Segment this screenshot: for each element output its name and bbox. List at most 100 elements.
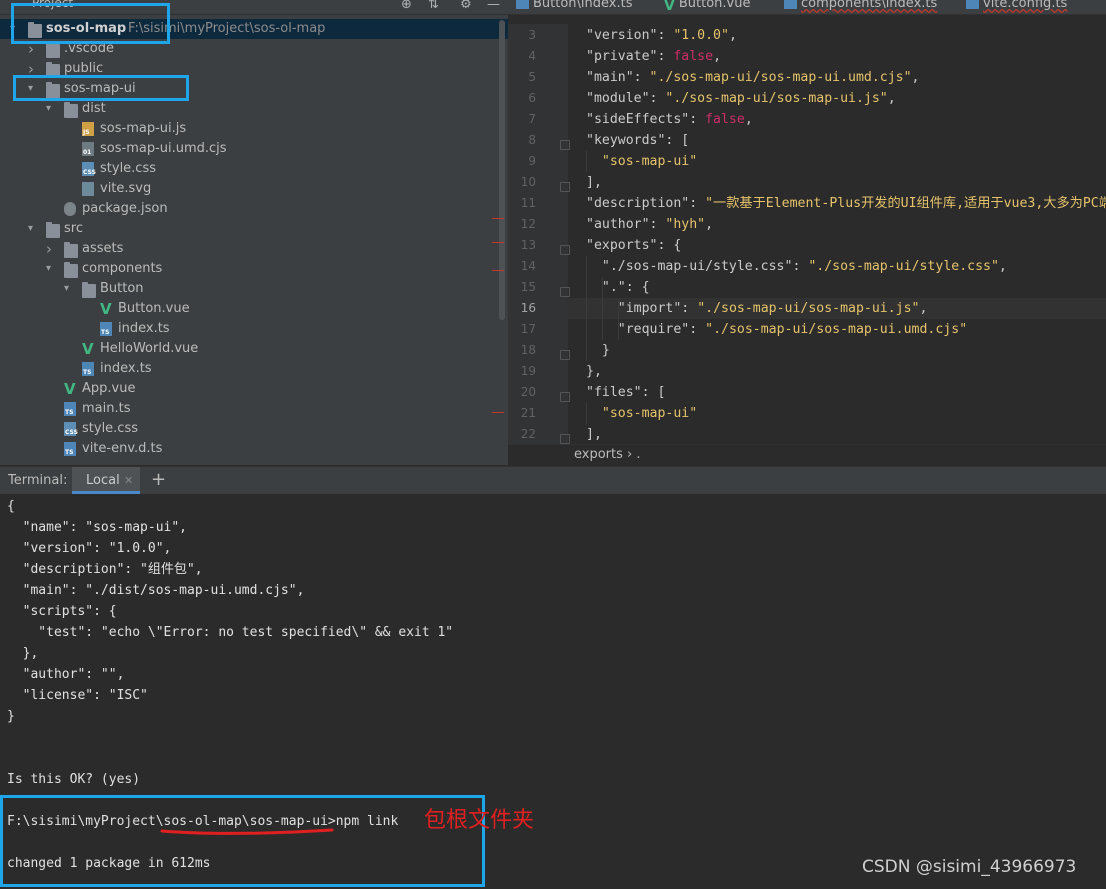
terminal-line: "version": "1.0.0", xyxy=(7,541,172,556)
chevron-down-icon[interactable]: ▾ xyxy=(64,279,74,299)
css-file-icon: CSS xyxy=(64,422,78,436)
new-terminal-plus-icon[interactable]: + xyxy=(151,469,166,490)
chevron-down-icon[interactable]: ▾ xyxy=(46,99,56,119)
gear-icon[interactable]: ⚙ xyxy=(460,0,472,12)
code-line-4[interactable]: "private": false, xyxy=(586,46,721,67)
tree-item-vite-env-d-ts[interactable]: TS vite-env.d.ts xyxy=(0,439,508,459)
indent-guide xyxy=(586,151,587,172)
chevron-right-icon[interactable]: › xyxy=(46,239,56,259)
code-line-7[interactable]: "sideEffects": false, xyxy=(586,109,753,130)
ts-file-icon: TS xyxy=(100,322,112,336)
tree-item-main-ts[interactable]: TS main.ts xyxy=(0,399,508,419)
line-number: 6 xyxy=(528,91,536,105)
line-number: 18 xyxy=(520,343,536,357)
tree-item-style-css[interactable]: CSS style.css xyxy=(0,419,508,439)
tree-item-helloworld-vue[interactable]: V HelloWorld.vue xyxy=(0,339,508,359)
code-line-19[interactable]: }, xyxy=(586,361,602,382)
code-line-18[interactable]: } xyxy=(586,340,610,361)
code-line-9[interactable]: "sos-map-ui" xyxy=(586,151,697,172)
tree-item-assets[interactable]: › assets xyxy=(0,239,508,259)
highlight-box-terminal-command xyxy=(0,795,485,887)
tree-item-sos-map-ui-umd-cjs[interactable]: 01 sos-map-ui.umd.cjs xyxy=(0,139,508,159)
code-line-21[interactable]: "sos-map-ui" xyxy=(586,403,697,424)
code-line-10[interactable]: ], xyxy=(586,172,602,193)
editor-breadcrumb[interactable]: exports › . xyxy=(508,444,1106,465)
tree-item-label: Button.vue xyxy=(118,301,190,316)
vue-file-icon: V xyxy=(664,0,675,14)
locate-icon[interactable]: ⊕ xyxy=(401,0,412,12)
tree-item-vite-svg[interactable]: vite.svg xyxy=(0,179,508,199)
terminal-tab-local[interactable]: Local ✕ xyxy=(72,467,140,494)
code-line-22[interactable]: ], xyxy=(586,424,602,445)
collapse-all-icon[interactable]: ⇅ xyxy=(428,0,439,12)
close-icon[interactable]: ✕ xyxy=(124,474,133,487)
line-number: 9 xyxy=(528,154,536,168)
css-file-icon: CSS xyxy=(82,162,96,176)
project-scrollbar[interactable] xyxy=(499,20,505,320)
fold-marker-icon[interactable] xyxy=(560,392,570,402)
tree-item-button[interactable]: ▾ Button xyxy=(0,279,508,299)
tree-item-label: index.ts xyxy=(118,321,170,336)
line-number: 8 xyxy=(528,133,536,147)
code-line-6[interactable]: "module": "./sos-map-ui/sos-map-ui.js", xyxy=(586,88,896,109)
ts-file-icon xyxy=(784,0,797,9)
ts-file-icon xyxy=(966,0,979,9)
terminal-line: { xyxy=(7,499,15,514)
indent-guide xyxy=(586,256,587,361)
tab-vite-config-ts[interactable]: vite.config.ts xyxy=(966,0,1067,14)
chevron-down-icon[interactable]: ▾ xyxy=(28,219,38,239)
code-line-13[interactable]: "exports": { xyxy=(586,235,681,256)
minimize-icon[interactable]: — xyxy=(487,0,500,12)
breadcrumb-text[interactable]: exports › . xyxy=(574,447,640,462)
fold-marker-icon[interactable] xyxy=(560,350,570,360)
code-line-20[interactable]: "files": [ xyxy=(586,382,665,403)
tree-item-index-ts[interactable]: TS index.ts xyxy=(0,359,508,379)
tree-item-index-ts[interactable]: TS index.ts xyxy=(0,319,508,339)
code-line-8[interactable]: "keywords": [ xyxy=(586,130,689,151)
code-line-3[interactable]: "version": "1.0.0", xyxy=(586,25,737,46)
tab-button-vue[interactable]: V Button.vue xyxy=(664,0,750,14)
tree-item-label: style.css xyxy=(100,161,156,176)
tree-item-style-css[interactable]: CSS style.css xyxy=(0,159,508,179)
tab-button-index-ts[interactable]: Button\index.ts xyxy=(516,0,633,14)
tree-item-label: HelloWorld.vue xyxy=(100,341,199,356)
line-number: 10 xyxy=(520,175,536,189)
fold-marker-icon[interactable] xyxy=(560,245,570,255)
terminal-line: "description": "组件包", xyxy=(7,562,203,577)
code-editor: Button\index.ts V Button.vue components\i… xyxy=(508,0,1106,465)
tree-item-package-json[interactable]: package.json xyxy=(0,199,508,219)
tree-item-label: vite-env.d.ts xyxy=(82,441,163,456)
line-number: 15 xyxy=(520,280,536,294)
code-line-14[interactable]: "./sos-map-ui/style.css": "./sos-map-ui/… xyxy=(586,256,1007,277)
ts-file-icon: TS xyxy=(82,362,94,376)
tree-item-components[interactable]: ▾ components xyxy=(0,259,508,279)
change-marker xyxy=(492,270,504,271)
tree-item-dist[interactable]: ▾ dist xyxy=(0,99,508,119)
chevron-down-icon[interactable]: ▾ xyxy=(46,259,56,279)
code-line-12[interactable]: "author": "hyh", xyxy=(586,214,713,235)
terminal-line: "test": "echo \"Error: no test specified… xyxy=(7,625,454,640)
terminal-tab-label: Local xyxy=(86,473,120,488)
tree-item-app-vue[interactable]: V App.vue xyxy=(0,379,508,399)
fold-marker-icon[interactable] xyxy=(560,434,570,444)
tab-components-index-ts[interactable]: components\index.ts xyxy=(784,0,937,14)
tree-item-button-vue[interactable]: V Button.vue xyxy=(0,299,508,319)
tree-item-src[interactable]: ▾ src xyxy=(0,219,508,239)
tree-item-label: sos-map-ui.js xyxy=(100,121,187,136)
line-number: 4 xyxy=(528,49,536,63)
watermark: CSDN @sisimi_43966973 xyxy=(862,857,1077,877)
fold-marker-icon[interactable] xyxy=(560,140,570,150)
tree-item-label: components xyxy=(82,261,163,276)
code-line-17[interactable]: "require": "./sos-map-ui/sos-map-ui.umd.… xyxy=(586,319,967,340)
code-line-15[interactable]: ".": { xyxy=(586,277,650,298)
code-line-5[interactable]: "main": "./sos-map-ui/sos-map-ui.umd.cjs… xyxy=(586,67,920,88)
code-line-16[interactable]: "import": "./sos-map-ui/sos-map-ui.js", xyxy=(568,298,1106,319)
project-panel: Project ⊕ ⇅ ⚙ — ▾ sos-ol-map F:\sisimi\myP… xyxy=(0,0,508,465)
folder-icon xyxy=(82,282,96,298)
tree-item-sos-map-ui-js[interactable]: JS sos-map-ui.js xyxy=(0,119,508,139)
line-number: 11 xyxy=(520,196,536,210)
tree-item-label: main.ts xyxy=(82,401,131,416)
fold-marker-icon[interactable] xyxy=(560,287,570,297)
code-line-11[interactable]: "description": "一款基于Element-Plus开发的UI组件库… xyxy=(586,193,1106,214)
fold-marker-icon[interactable] xyxy=(560,182,570,192)
